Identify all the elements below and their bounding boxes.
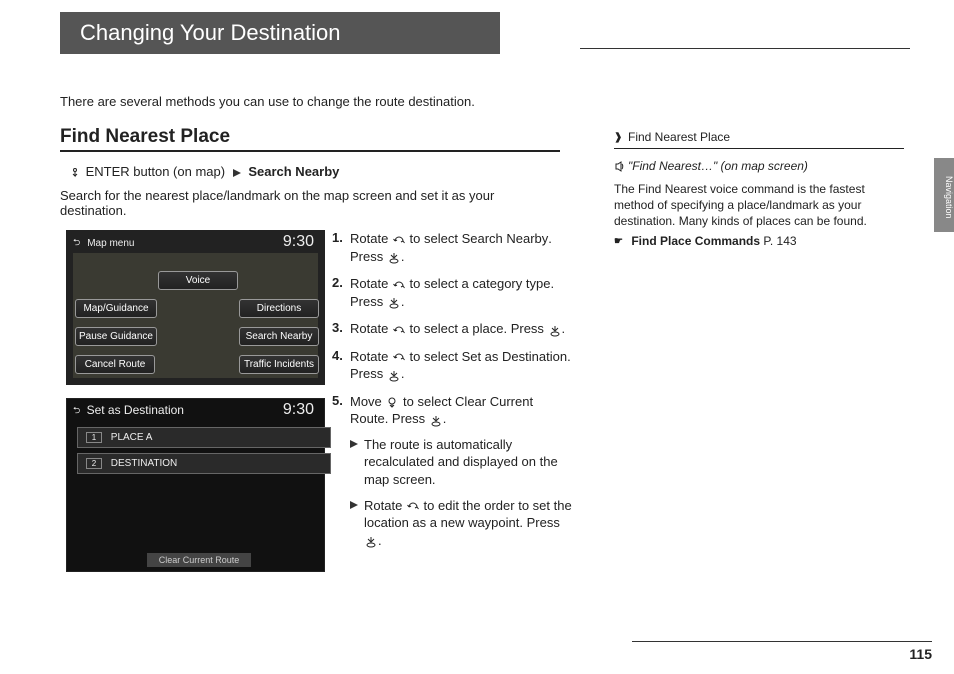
- row1-label: PLACE A: [111, 432, 153, 443]
- screen2-title-bar: ⮌ Set as Destination: [73, 403, 184, 419]
- sidebar-notes: ❱Find Nearest Place "Find Nearest…" (on …: [614, 130, 904, 248]
- description-text: Search for the nearest place/landmark on…: [60, 188, 530, 218]
- list-row-1: 1 PLACE A: [77, 427, 331, 448]
- rotate-icon: [406, 500, 420, 512]
- list-row-2: 2 DESTINATION: [77, 453, 331, 474]
- press-icon: [387, 251, 401, 263]
- page-number: 115: [909, 646, 932, 662]
- step-text: Rotate to select Set as Destination. Pre…: [350, 348, 572, 383]
- sidebar-link-line: ☛ Find Place Commands P. 143: [614, 234, 904, 248]
- page-title: Changing Your Destination: [60, 12, 500, 54]
- back-icon: ⮌: [73, 403, 80, 419]
- step-text: Rotate to select Search Nearby. Press .: [350, 230, 572, 265]
- step-text: Rotate to select a category type. Press …: [350, 275, 572, 310]
- press-icon: [548, 324, 562, 336]
- search-nearby-button: Search Nearby: [239, 327, 319, 346]
- sidebar-body: The Find Nearest voice command is the fa…: [614, 181, 904, 230]
- step-2: 2. Rotate to select a category type. Pre…: [332, 275, 572, 310]
- sub-item-2: Rotate to edit the order to set the loca…: [350, 497, 572, 550]
- voice-icon: [614, 161, 625, 172]
- arrow-right-icon: [350, 501, 358, 509]
- press-icon: [364, 535, 378, 547]
- rotate-icon: [392, 279, 406, 291]
- traffic-incidents-button: Traffic Incidents: [239, 355, 319, 374]
- step-number: 2.: [332, 275, 350, 310]
- move-icon: [385, 396, 399, 408]
- sidebar-rule: [614, 148, 904, 149]
- sub-item-1: The route is automatically recalculated …: [350, 436, 572, 489]
- entry-sequence: ENTER button (on map) Search Nearby: [68, 164, 339, 179]
- section-heading: Find Nearest Place: [60, 126, 560, 152]
- voice-button: Voice: [158, 271, 238, 290]
- row2-label: DESTINATION: [111, 458, 177, 469]
- cancel-route-button: Cancel Route: [75, 355, 155, 374]
- entry-prefix: ENTER button (on map): [86, 164, 225, 179]
- row1-flag-icon: 1: [86, 432, 102, 443]
- sidebar-link-page: P. 143: [763, 234, 796, 248]
- rotate-icon: [392, 234, 406, 246]
- arrow-right-icon: [233, 169, 241, 177]
- row2-flag-icon: 2: [86, 458, 102, 469]
- back-icon: ⮌: [73, 235, 80, 251]
- side-tab: Navigation: [934, 158, 954, 232]
- page-bottom-rule: [632, 641, 932, 642]
- sidebar-voice-command: "Find Nearest…" (on map screen): [614, 159, 904, 173]
- step-text: Rotate to select a place. Press .: [350, 320, 565, 338]
- sidebar-heading: ❱Find Nearest Place: [614, 130, 904, 144]
- page-header: Changing Your Destination: [60, 12, 500, 54]
- screen1-title-bar: ⮌ Map menu: [73, 235, 134, 251]
- press-icon: [429, 414, 443, 426]
- intro-text: There are several methods you can use to…: [60, 94, 475, 109]
- step-3: 3. Rotate to select a place. Press .: [332, 320, 572, 338]
- step-text: Move to select Clear Current Route. Pres…: [350, 393, 572, 557]
- press-icon: [387, 369, 401, 381]
- step-1: 1. Rotate to select Search Nearby. Press…: [332, 230, 572, 265]
- steps-list: 1. Rotate to select Search Nearby. Press…: [332, 230, 572, 567]
- link-icon: ☛: [614, 236, 625, 247]
- screen2-clock: 9:30: [283, 401, 314, 419]
- arrow-right-icon: [350, 440, 358, 448]
- screenshot-map-menu: ⮌ Map menu 9:30 Voice Map/Guidance Direc…: [66, 230, 325, 385]
- step-number: 1.: [332, 230, 350, 265]
- screen2-title: Set as Destination: [87, 403, 184, 417]
- directions-button: Directions: [239, 299, 319, 318]
- step-number: 3.: [332, 320, 350, 338]
- double-arrow-icon: ❱: [614, 132, 625, 143]
- rotate-icon: [392, 324, 406, 336]
- header-rule: [580, 48, 910, 49]
- map-guidance-button: Map/Guidance: [75, 299, 157, 318]
- screen1-map-area: Voice Map/Guidance Directions Pause Guid…: [73, 253, 318, 378]
- screenshot-set-destination: ⮌ Set as Destination 9:30 1 PLACE A 2 DE…: [66, 398, 325, 572]
- press-icon: [387, 296, 401, 308]
- clear-current-route-button: Clear Current Route: [147, 553, 251, 567]
- step-4: 4. Rotate to select Set as Destination. …: [332, 348, 572, 383]
- screen1-clock: 9:30: [283, 233, 314, 251]
- rotate-icon: [392, 351, 406, 363]
- step-number: 5.: [332, 393, 350, 557]
- step-number: 4.: [332, 348, 350, 383]
- pause-guidance-button: Pause Guidance: [75, 327, 157, 346]
- screen1-title: Map menu: [87, 238, 134, 249]
- enter-icon: [68, 167, 82, 179]
- step-5: 5. Move to select Clear Current Route. P…: [332, 393, 572, 557]
- sidebar-link: Find Place Commands: [631, 234, 760, 248]
- entry-action: Search Nearby: [248, 164, 339, 179]
